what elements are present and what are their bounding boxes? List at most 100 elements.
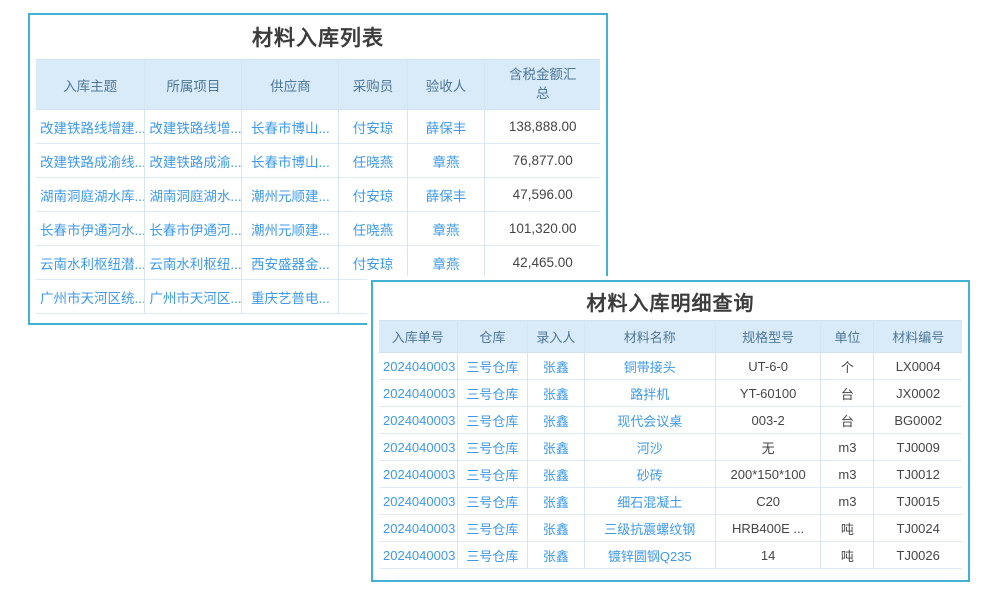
- table-row[interactable]: 2024040003三号仓库张鑫细石混凝土C20m3TJ0015: [379, 488, 962, 515]
- cell-inspector[interactable]: 章燕: [407, 212, 485, 246]
- cell-tax-amount-total: 47,596.00: [485, 178, 600, 212]
- cell-material-code: TJ0015: [874, 488, 962, 515]
- column-header-warehouse: 仓库: [457, 321, 528, 353]
- column-header-supplier: 供应商: [242, 60, 339, 110]
- cell-project[interactable]: 改建铁路线增...: [145, 110, 242, 144]
- cell-recorder[interactable]: 张鑫: [528, 380, 585, 407]
- cell-project[interactable]: 云南水利枢纽...: [145, 246, 242, 280]
- cell-material-name[interactable]: 镀锌圆钢Q235: [584, 542, 715, 569]
- cell-warehouse[interactable]: 三号仓库: [457, 434, 528, 461]
- cell-purchaser[interactable]: 付安琼: [339, 110, 407, 144]
- cell-inbound-no[interactable]: 2024040003: [379, 542, 457, 569]
- cell-inspector[interactable]: 章燕: [407, 246, 485, 280]
- cell-supplier[interactable]: 潮州元顺建...: [242, 212, 339, 246]
- cell-warehouse[interactable]: 三号仓库: [457, 353, 528, 380]
- cell-purchaser[interactable]: 付安琼: [339, 178, 407, 212]
- cell-inbound-no[interactable]: 2024040003: [379, 461, 457, 488]
- cell-material-name[interactable]: 现代会议桌: [584, 407, 715, 434]
- cell-inbound-no[interactable]: 2024040003: [379, 515, 457, 542]
- table-row[interactable]: 2024040003三号仓库张鑫现代会议桌003-2台BG0002: [379, 407, 962, 434]
- cell-material-name[interactable]: 路拌机: [584, 380, 715, 407]
- cell-material-name[interactable]: 砂砖: [584, 461, 715, 488]
- column-header-tax-amount-total: 含税金额汇总: [485, 60, 600, 110]
- cell-recorder[interactable]: 张鑫: [528, 488, 585, 515]
- cell-recorder[interactable]: 张鑫: [528, 515, 585, 542]
- cell-inbound-no[interactable]: 2024040003: [379, 380, 457, 407]
- detail-table-wrap: 入库单号仓库录入人材料名称规格型号单位材料编号2024040003三号仓库张鑫铜…: [373, 320, 968, 573]
- cell-inbound-subject[interactable]: 湖南洞庭湖水库...: [36, 178, 145, 212]
- cell-unit: m3: [821, 461, 874, 488]
- cell-material-name[interactable]: 三级抗震螺纹钢: [584, 515, 715, 542]
- cell-supplier[interactable]: 西安盛器金...: [242, 246, 339, 280]
- cell-warehouse[interactable]: 三号仓库: [457, 515, 528, 542]
- cell-project[interactable]: 广州市天河区...: [145, 280, 242, 314]
- cell-material-name[interactable]: 细石混凝土: [584, 488, 715, 515]
- cell-tax-amount-total: 42,465.00: [485, 246, 600, 280]
- table-row[interactable]: 2024040003三号仓库张鑫河沙无m3TJ0009: [379, 434, 962, 461]
- cell-supplier[interactable]: 长春市博山...: [242, 110, 339, 144]
- cell-unit: m3: [821, 434, 874, 461]
- table-row[interactable]: 云南水利枢纽潜...云南水利枢纽...西安盛器金...付安琼章燕42,465.0…: [36, 246, 600, 280]
- table-row[interactable]: 2024040003三号仓库张鑫路拌机YT-60100台JX0002: [379, 380, 962, 407]
- cell-inbound-subject[interactable]: 广州市天河区统...: [36, 280, 145, 314]
- column-header-material-code: 材料编号: [874, 321, 962, 353]
- table-row[interactable]: 2024040003三号仓库张鑫三级抗震螺纹钢HRB400E ...吨TJ002…: [379, 515, 962, 542]
- cell-inbound-no[interactable]: 2024040003: [379, 407, 457, 434]
- cell-spec-model: 14: [715, 542, 821, 569]
- cell-material-code: BG0002: [874, 407, 962, 434]
- cell-material-code: TJ0012: [874, 461, 962, 488]
- table-row[interactable]: 2024040003三号仓库张鑫镀锌圆钢Q23514吨TJ0026: [379, 542, 962, 569]
- cell-warehouse[interactable]: 三号仓库: [457, 542, 528, 569]
- cell-warehouse[interactable]: 三号仓库: [457, 461, 528, 488]
- cell-inbound-subject[interactable]: 云南水利枢纽潜...: [36, 246, 145, 280]
- column-header-recorder: 录入人: [528, 321, 585, 353]
- cell-material-name[interactable]: 河沙: [584, 434, 715, 461]
- cell-project[interactable]: 改建铁路成渝...: [145, 144, 242, 178]
- cell-inbound-subject[interactable]: 改建铁路成渝线...: [36, 144, 145, 178]
- cell-spec-model: YT-60100: [715, 380, 821, 407]
- cell-inbound-no[interactable]: 2024040003: [379, 488, 457, 515]
- table-row[interactable]: 改建铁路成渝线...改建铁路成渝...长春市博山...任晓燕章燕76,877.0…: [36, 144, 600, 178]
- material-inbound-list-table: 入库主题所属项目供应商采购员验收人含税金额汇总改建铁路线增建...改建铁路线增.…: [36, 59, 600, 314]
- table-row[interactable]: 长春市伊通河水...长春市伊通河...潮州元顺建...任晓燕章燕101,320.…: [36, 212, 600, 246]
- cell-inbound-no[interactable]: 2024040003: [379, 353, 457, 380]
- cell-project[interactable]: 湖南洞庭湖水...: [145, 178, 242, 212]
- material-inbound-detail-table: 入库单号仓库录入人材料名称规格型号单位材料编号2024040003三号仓库张鑫铜…: [379, 320, 962, 569]
- column-header-project: 所属项目: [145, 60, 242, 110]
- cell-inbound-subject[interactable]: 改建铁路线增建...: [36, 110, 145, 144]
- cell-recorder[interactable]: 张鑫: [528, 461, 585, 488]
- cell-purchaser[interactable]: 任晓燕: [339, 212, 407, 246]
- cell-warehouse[interactable]: 三号仓库: [457, 488, 528, 515]
- cell-spec-model: 200*150*100: [715, 461, 821, 488]
- table-row[interactable]: 2024040003三号仓库张鑫砂砖200*150*100m3TJ0012: [379, 461, 962, 488]
- cell-spec-model: 003-2: [715, 407, 821, 434]
- table-row[interactable]: 2024040003三号仓库张鑫铜带接头UT-6-0个LX0004: [379, 353, 962, 380]
- cell-supplier[interactable]: 潮州元顺建...: [242, 178, 339, 212]
- column-header-inbound-no: 入库单号: [379, 321, 457, 353]
- table-row[interactable]: 湖南洞庭湖水库...湖南洞庭湖水...潮州元顺建...付安琼薛保丰47,596.…: [36, 178, 600, 212]
- cell-project[interactable]: 长春市伊通河...: [145, 212, 242, 246]
- cell-inspector[interactable]: 薛保丰: [407, 110, 485, 144]
- cell-spec-model: 无: [715, 434, 821, 461]
- cell-recorder[interactable]: 张鑫: [528, 434, 585, 461]
- cell-purchaser[interactable]: 任晓燕: [339, 144, 407, 178]
- cell-recorder[interactable]: 张鑫: [528, 407, 585, 434]
- cell-material-name[interactable]: 铜带接头: [584, 353, 715, 380]
- cell-recorder[interactable]: 张鑫: [528, 353, 585, 380]
- cell-inspector[interactable]: 薛保丰: [407, 178, 485, 212]
- cell-purchaser[interactable]: 付安琼: [339, 246, 407, 280]
- cell-recorder[interactable]: 张鑫: [528, 542, 585, 569]
- cell-material-code: TJ0024: [874, 515, 962, 542]
- cell-inspector[interactable]: 章燕: [407, 144, 485, 178]
- cell-supplier[interactable]: 重庆艺普电...: [242, 280, 339, 314]
- column-header-inbound-subject: 入库主题: [36, 60, 145, 110]
- cell-supplier[interactable]: 长春市博山...: [242, 144, 339, 178]
- cell-warehouse[interactable]: 三号仓库: [457, 407, 528, 434]
- cell-material-code: LX0004: [874, 353, 962, 380]
- cell-material-code: JX0002: [874, 380, 962, 407]
- cell-warehouse[interactable]: 三号仓库: [457, 380, 528, 407]
- table-row[interactable]: 改建铁路线增建...改建铁路线增...长春市博山...付安琼薛保丰138,888…: [36, 110, 600, 144]
- cell-inbound-subject[interactable]: 长春市伊通河水...: [36, 212, 145, 246]
- cell-inbound-no[interactable]: 2024040003: [379, 434, 457, 461]
- column-header-inspector: 验收人: [407, 60, 485, 110]
